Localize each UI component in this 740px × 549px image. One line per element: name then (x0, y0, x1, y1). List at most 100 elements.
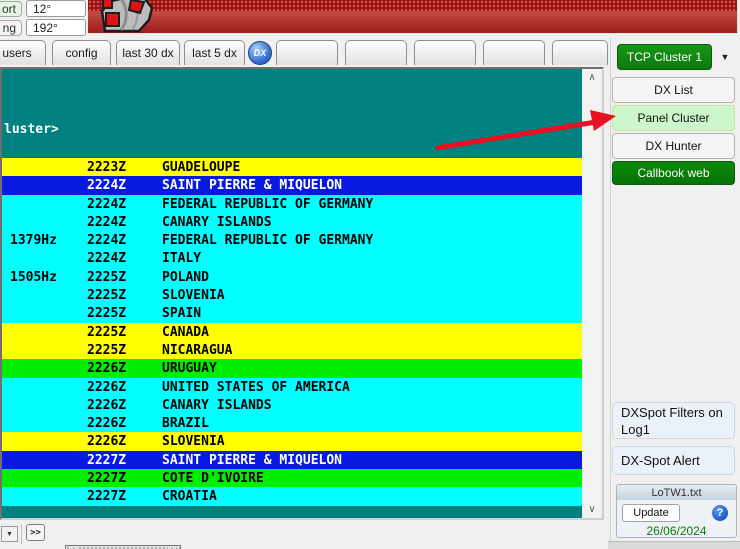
terminal-scrollbar[interactable]: ∧ ∨ (583, 69, 601, 518)
spot-country: CROATIA (162, 489, 217, 505)
long-path-button[interactable]: ng (0, 20, 22, 36)
spot-time: 2227Z (87, 489, 127, 505)
tab-label: config (65, 46, 98, 60)
tab-empty[interactable] (276, 40, 338, 65)
panel-cluster-label: Panel Cluster (637, 111, 710, 125)
spot-country: SPAIN (162, 306, 202, 322)
dx-spot-row[interactable]: 2223Z GUADELOUPE (2, 158, 582, 177)
divider (21, 524, 22, 544)
dx-globe-label: DX (253, 48, 267, 58)
update-button[interactable]: Update (622, 504, 680, 522)
collapsed-panel-handle[interactable]: ∧ ∧ (65, 545, 181, 549)
spot-time: 2225Z (87, 306, 127, 322)
dx-globe-icon[interactable]: DX (248, 41, 272, 65)
spot-country: ITALY (162, 251, 202, 267)
dx-spot-row[interactable]: 2227Z COTE D'IVOIRE (2, 469, 582, 488)
callbook-web-button[interactable]: Callbook web (612, 161, 735, 185)
scroll-up-icon[interactable]: ∧ (583, 69, 601, 86)
dxspot-filters-label: DXSpot Filters on Log1 (621, 404, 723, 437)
panel-cluster-button[interactable]: Panel Cluster (612, 105, 735, 131)
panel-divider (610, 38, 611, 549)
app-logo-icon (95, 0, 167, 40)
spot-country: FEDERAL REPUBLIC OF GERMANY (162, 233, 374, 249)
short-path-button[interactable]: ort (0, 1, 22, 17)
spot-time: 2225Z (87, 342, 127, 358)
expand-button[interactable]: >> (26, 524, 45, 541)
scroll-down-icon[interactable]: ∨ (583, 501, 601, 518)
tab-label: users (2, 46, 32, 60)
spot-time: 2225Z (87, 269, 127, 285)
dx-spot-row[interactable]: 2224Z FEDERAL REPUBLIC OF GERMANY (2, 194, 582, 213)
dropdown-arrow-icon: ▼ (6, 530, 13, 538)
tab-last-5-dx[interactable]: last 5 dx (184, 40, 245, 65)
dx-spot-row[interactable]: 2224Z SAINT PIERRE & MIQUELON (2, 176, 582, 195)
tcp-cluster-button[interactable]: TCP Cluster 1 (617, 44, 712, 70)
dxspot-filters-button[interactable]: DXSpot Filters on Log1 (612, 402, 735, 439)
spot-hz: 1505Hz (10, 269, 57, 285)
dx-spot-list: 2223Z GUADELOUPE 2224Z SAINT PIERRE & MIQUE… (2, 158, 582, 506)
spot-time: 2224Z (87, 251, 127, 267)
spot-time: 2227Z (87, 471, 127, 487)
dx-list-button[interactable]: DX List (612, 77, 735, 103)
spot-country: URUGUAY (162, 361, 217, 377)
tab-empty[interactable] (345, 40, 407, 65)
dx-spot-row[interactable]: 2225Z SLOVENIA (2, 286, 582, 305)
spot-country: SAINT PIERRE & MIQUELON (162, 452, 343, 468)
spot-country: CANADA (162, 324, 209, 340)
dx-spot-alert-button[interactable]: DX-Spot Alert (612, 446, 735, 475)
tab-label: last 30 dx (122, 46, 174, 60)
dx-spot-row[interactable]: 1379Hz 2224Z FEDERAL REPUBLIC OF GERMANY (2, 231, 582, 250)
spot-time: 2223Z (87, 160, 127, 175)
tab-empty[interactable] (483, 40, 545, 65)
tab-empty[interactable] (414, 40, 476, 65)
dx-spot-row[interactable]: 2226Z URUGUAY (2, 359, 582, 378)
spot-country: BRAZIL (162, 416, 209, 432)
long-path-value-field[interactable]: 192° (26, 19, 86, 36)
window-edge (608, 541, 740, 549)
tab-users[interactable]: users (0, 40, 46, 65)
tab-last-30-dx[interactable]: last 30 dx (116, 40, 180, 65)
dx-spot-row[interactable]: 2227Z SAINT PIERRE & MIQUELON (2, 450, 582, 470)
dx-spot-row[interactable]: 2226Z CANARY ISLANDS (2, 395, 582, 415)
tab-label: last 5 dx (192, 46, 237, 60)
dx-spot-row[interactable]: 2226Z SLOVENIA (2, 432, 582, 451)
long-path-label: ng (2, 21, 16, 35)
spot-time: 2225Z (87, 288, 127, 304)
dx-hunter-label: DX Hunter (645, 139, 702, 153)
lotw-title: LoTW1.txt (617, 485, 736, 500)
help-icon[interactable]: ? (712, 505, 728, 521)
cluster-dropdown-icon[interactable]: ▼ (716, 50, 734, 64)
spot-time: 2227Z (87, 452, 127, 468)
app-window: ort 12° ng 192° DX users config last 30 dx… (0, 0, 740, 549)
dx-hunter-button[interactable]: DX Hunter (612, 133, 735, 159)
dx-spot-row[interactable]: 2224Z ITALY (2, 249, 582, 268)
spot-country: SLOVENIA (162, 434, 225, 450)
spot-country: CANARY ISLANDS (162, 397, 272, 413)
spot-hz: 1379Hz (10, 233, 57, 249)
spot-time: 2226Z (87, 361, 127, 377)
spot-time: 2224Z (87, 196, 127, 212)
cluster-terminal[interactable]: luster> 2223Z GUADELOUPE 2224Z SAINT PIERRE… (2, 69, 582, 518)
dx-list-label: DX List (654, 83, 693, 97)
dx-spot-row[interactable]: 2225Z SPAIN (2, 304, 582, 323)
dx-spot-row[interactable]: 1505Hz 2225Z POLAND (2, 267, 582, 287)
tab-empty[interactable] (552, 40, 608, 65)
dx-spot-row[interactable]: 2226Z UNITED STATES OF AMERICA (2, 377, 582, 396)
dx-spot-row[interactable]: 2225Z NICARAGUA (2, 340, 582, 360)
tab-config[interactable]: config (52, 40, 111, 65)
tab-bar: DX users config last 30 dx last 5 dx (0, 40, 610, 67)
terminal-dropdown-button[interactable]: ▼ (1, 526, 18, 542)
dx-spot-row[interactable]: 2225Z CANADA (2, 322, 582, 341)
spot-country: SAINT PIERRE & MIQUELON (162, 178, 343, 194)
spot-country: GUADELOUPE (162, 160, 241, 175)
dx-spot-row[interactable]: 2224Z CANARY ISLANDS (2, 212, 582, 232)
long-path-value: 192° (33, 21, 58, 35)
lotw-group: LoTW1.txt Update ? 26/06/2024 (616, 484, 737, 538)
dx-spot-row[interactable]: 2226Z BRAZIL (2, 414, 582, 433)
spot-country: NICARAGUA (162, 342, 233, 358)
chevron-down-icon: ▼ (720, 52, 730, 62)
dx-spot-row[interactable]: 2227Z CROATIA (2, 487, 582, 506)
spot-time: 2226Z (87, 379, 127, 395)
spot-country: SLOVENIA (162, 288, 225, 304)
short-path-value-field[interactable]: 12° (26, 0, 86, 17)
